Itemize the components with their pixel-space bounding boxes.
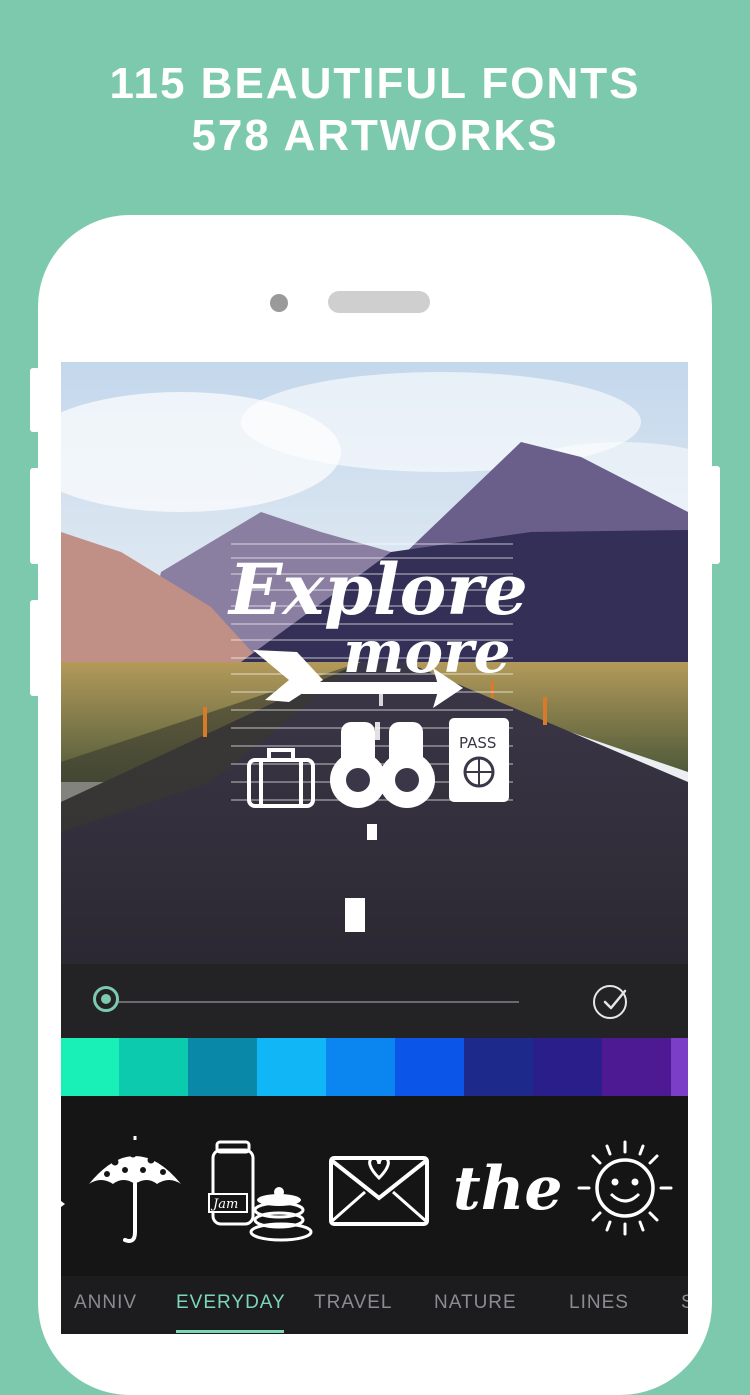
color-swatch[interactable] xyxy=(671,1038,688,1096)
passport-icon: PASS xyxy=(449,718,509,802)
earpiece-speaker xyxy=(328,291,430,313)
tab-partial[interactable]: S xyxy=(681,1292,688,1314)
jam-pancakes-icon[interactable]: Jam xyxy=(203,1136,313,1246)
tab-nature[interactable]: NATURE xyxy=(434,1292,517,1314)
headline: 115 BEAUTIFUL FONTS 578 ARTWORKS xyxy=(0,58,750,162)
envelope-heart-icon[interactable] xyxy=(327,1136,431,1246)
color-swatch[interactable] xyxy=(395,1038,464,1096)
smiling-sun-icon[interactable] xyxy=(573,1136,677,1246)
scroll-left-caret-icon xyxy=(61,1198,65,1210)
tab-travel[interactable]: TRAVEL xyxy=(314,1292,393,1314)
headline-line-2: 578 ARTWORKS xyxy=(191,111,559,160)
the-script-label: the xyxy=(453,1154,563,1224)
tab-everyday[interactable]: EVERYDAY xyxy=(176,1292,286,1314)
check-circle-icon[interactable] xyxy=(593,985,627,1019)
color-swatch[interactable] xyxy=(257,1038,326,1096)
size-slider-bar xyxy=(61,964,688,1038)
tab-lines[interactable]: LINES xyxy=(569,1292,629,1314)
photo-canvas[interactable]: Explore more PASS xyxy=(61,362,688,964)
color-swatch-row xyxy=(61,1038,688,1096)
front-camera xyxy=(270,294,288,312)
tab-anniv[interactable]: ANNIV xyxy=(74,1292,137,1314)
tab-active-indicator xyxy=(176,1330,284,1333)
app-screen: Explore more PASS Jam the ANNIV EVERYDAY… xyxy=(61,362,688,1334)
color-swatch[interactable] xyxy=(61,1038,119,1096)
jam-label: Jam xyxy=(210,1197,238,1212)
color-swatch[interactable] xyxy=(533,1038,602,1096)
passport-label: PASS xyxy=(459,734,496,752)
size-slider-track[interactable] xyxy=(109,1001,519,1003)
artwork-word-more: more xyxy=(343,618,511,686)
color-swatch[interactable] xyxy=(188,1038,257,1096)
artwork-picker: Jam the xyxy=(61,1096,688,1276)
road-landscape-photo: Explore more PASS xyxy=(61,362,688,964)
color-swatch[interactable] xyxy=(326,1038,395,1096)
color-swatch[interactable] xyxy=(119,1038,188,1096)
headline-line-1: 115 BEAUTIFUL FONTS xyxy=(109,59,641,108)
the-script-icon[interactable]: the xyxy=(453,1154,563,1234)
color-swatch[interactable] xyxy=(602,1038,671,1096)
color-swatch[interactable] xyxy=(464,1038,533,1096)
size-slider-knob[interactable] xyxy=(93,986,119,1012)
category-tab-bar: ANNIV EVERYDAY TRAVEL NATURE LINES S xyxy=(61,1276,688,1334)
umbrella-icon[interactable] xyxy=(85,1136,185,1246)
